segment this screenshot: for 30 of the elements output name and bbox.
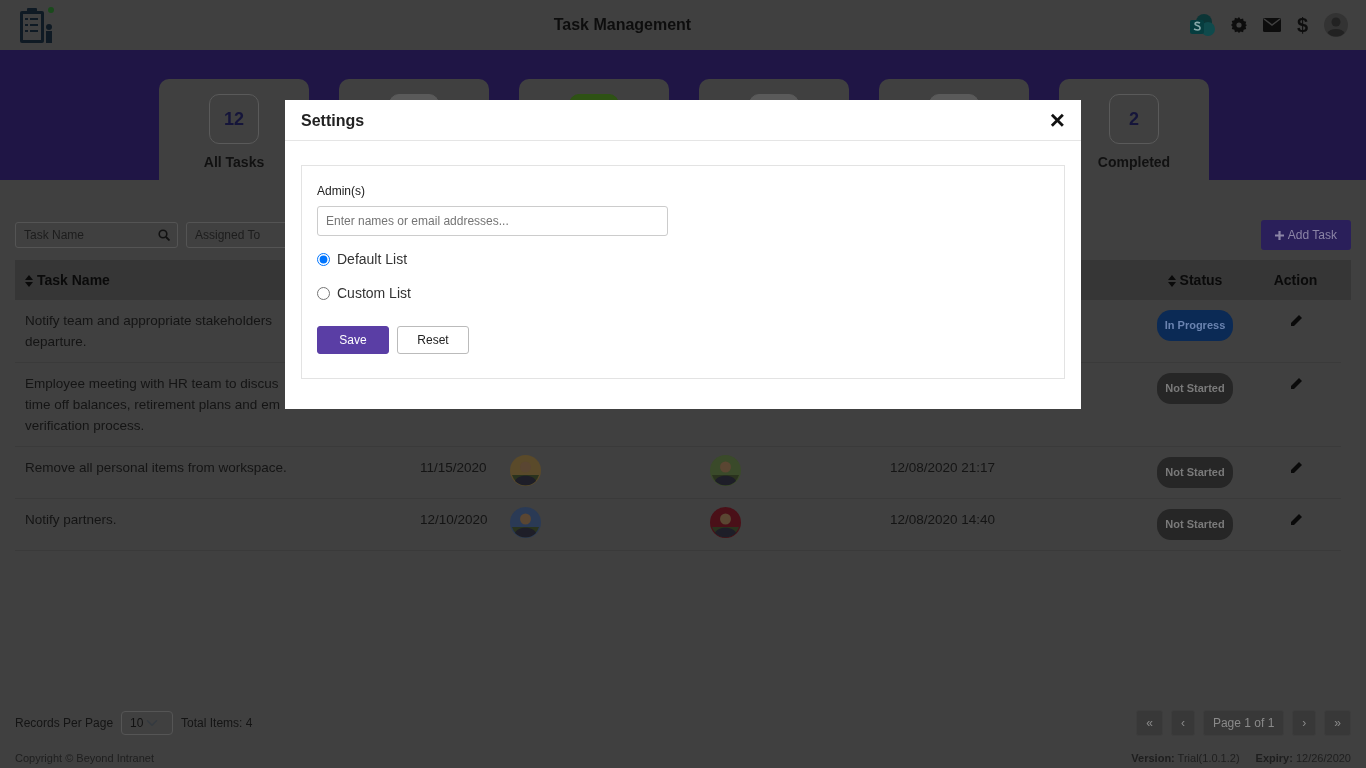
search-icon xyxy=(158,229,170,241)
pencil-icon[interactable] xyxy=(1289,315,1302,328)
sharepoint-icon[interactable] xyxy=(1188,13,1215,37)
first-page-button[interactable]: « xyxy=(1136,709,1163,736)
status-badge: Not Started xyxy=(1157,373,1233,404)
currency-icon[interactable]: $ xyxy=(1296,15,1308,35)
next-page-button[interactable]: › xyxy=(1292,709,1317,736)
page-indicator[interactable]: Page 1 of 1 xyxy=(1202,709,1285,736)
field-label: Admin(s) xyxy=(317,183,365,200)
settings-icon[interactable] xyxy=(1230,17,1247,33)
user-avatar-icon[interactable] xyxy=(1324,13,1348,37)
status-badge: Not Started xyxy=(1157,509,1233,540)
option-label: Custom List xyxy=(337,284,411,303)
pencil-icon[interactable] xyxy=(1289,378,1302,391)
clipboard-icon xyxy=(18,5,56,45)
mail-icon[interactable] xyxy=(1262,18,1281,32)
add-task-button[interactable]: Add Task xyxy=(1260,220,1351,250)
status-badge: In Progress xyxy=(1156,310,1234,341)
status-badge: Not Started xyxy=(1157,457,1233,488)
previous-page-button[interactable]: ‹ xyxy=(1170,709,1195,736)
radio-button[interactable] xyxy=(317,253,330,266)
admin-input[interactable]: Enter names or email addresses... xyxy=(317,206,668,236)
last-page-button[interactable]: » xyxy=(1324,709,1351,736)
plus-icon xyxy=(1274,230,1284,240)
radio-button[interactable] xyxy=(317,287,330,300)
reset-button[interactable]: Reset xyxy=(397,326,469,354)
pencil-icon[interactable] xyxy=(1289,462,1302,475)
pencil-icon[interactable] xyxy=(1289,514,1302,527)
option-label: Default List xyxy=(337,250,408,269)
save-button[interactable]: Save xyxy=(317,326,389,354)
